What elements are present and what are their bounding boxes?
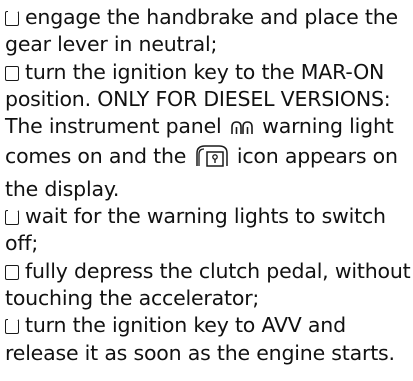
step-3-text: wait for the warning lights to switch of… (5, 204, 386, 256)
step-3: wait for the warning lights to switch of… (5, 203, 413, 258)
step-4: fully depress the clutch pedal, without … (5, 258, 413, 313)
step-5: turn the ignition key to AVV and release… (5, 312, 413, 367)
step-1-text: engage the handbrake and place the gear … (5, 5, 398, 57)
checkbox-icon (5, 263, 19, 280)
checkbox-icon (5, 209, 19, 226)
step-2: turn the ignition key to the MAR-ON posi… (5, 59, 413, 203)
instructions-list: engage the handbrake and place the gear … (5, 4, 413, 367)
step-4-text: fully depress the clutch pedal, without … (5, 258, 411, 310)
checkbox-icon (5, 64, 19, 81)
checkbox-icon (5, 10, 19, 26)
checkbox-icon (5, 318, 19, 335)
key-card-icon (195, 144, 229, 175)
glow-plug-warning-icon (231, 116, 253, 143)
step-5-text: turn the ignition key to AVV and release… (5, 313, 395, 365)
step-1: engage the handbrake and place the gear … (5, 4, 413, 59)
